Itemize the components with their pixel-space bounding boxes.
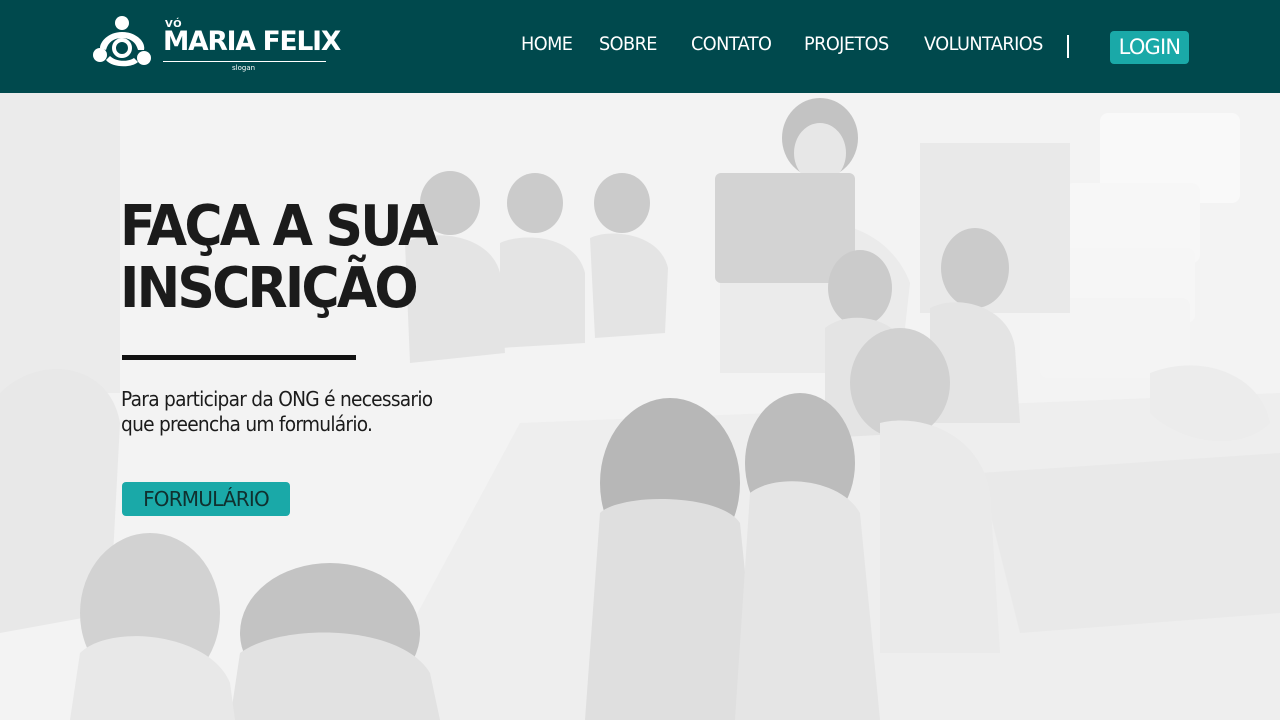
nav-contato[interactable]: CONTATO	[691, 33, 772, 55]
nav-divider	[1067, 35, 1069, 58]
site-header: VÓ MARIA FELIX slogan HOME SOBRE CONTATO…	[0, 0, 1280, 93]
logo-slogan: slogan	[232, 64, 256, 72]
nav-voluntarios[interactable]: VOLUNTARIOS	[924, 33, 1043, 55]
logo-underline	[163, 61, 326, 62]
formulario-button[interactable]: FORMULÁRIO	[122, 482, 290, 516]
hero-description-line-2: que preencha um formulário.	[121, 412, 373, 436]
hero-title-line-1: FAÇA A SUA	[120, 194, 438, 259]
hero-description: Para participar da ONG é necessario que …	[121, 387, 474, 437]
hero-description-line-1: Para participar da ONG é necessario	[121, 387, 433, 411]
login-button[interactable]: LOGIN	[1110, 31, 1189, 64]
nav-home[interactable]: HOME	[521, 33, 573, 55]
people-circle-logo-icon	[93, 16, 151, 67]
hero-section: FAÇA A SUA INSCRIÇÃO Para participar da …	[0, 93, 1280, 720]
hero-title: FAÇA A SUA INSCRIÇÃO	[120, 196, 604, 320]
site-logo[interactable]: VÓ MARIA FELIX slogan	[92, 14, 341, 74]
nav-sobre[interactable]: SOBRE	[599, 33, 657, 55]
hero-title-line-2: INSCRIÇÃO	[120, 256, 419, 321]
nav-projetos[interactable]: PROJETOS	[804, 33, 889, 55]
logo-name: MARIA FELIX	[163, 26, 341, 57]
title-underline	[122, 355, 356, 360]
